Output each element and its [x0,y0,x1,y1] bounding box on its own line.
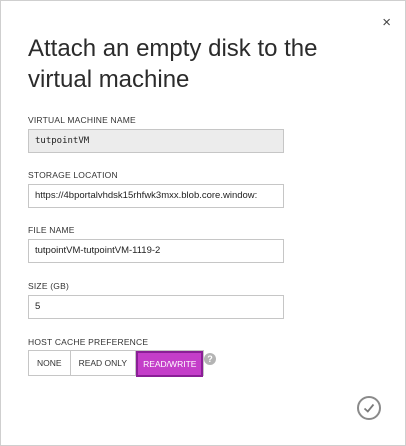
vm-name-label: VIRTUAL MACHINE NAME [28,115,136,125]
dialog-frame: × Attach an empty disk to the virtual ma… [0,0,406,446]
file-name-label: FILE NAME [28,225,75,235]
cache-option-read-write[interactable]: READ/WRITE [136,351,204,377]
help-icon[interactable]: ? [204,353,216,365]
host-cache-label: HOST CACHE PREFERENCE [28,337,149,347]
cache-option-none[interactable]: NONE [29,351,71,375]
vm-name-field: tutpointVM [28,129,284,153]
dialog-title: Attach an empty disk to the virtual mach… [28,35,318,93]
size-label: SIZE (GB) [28,281,69,291]
file-name-field[interactable]: tutpointVM-tutpointVM-1119-2 [28,239,284,263]
attach-disk-dialog: × Attach an empty disk to the virtual ma… [7,7,401,441]
confirm-button[interactable] [357,396,381,420]
storage-location-label: STORAGE LOCATION [28,170,118,180]
host-cache-selector: NONE READ ONLY READ/WRITE [28,350,205,377]
checkmark-icon [363,403,375,413]
size-field[interactable]: 5 [28,295,284,319]
storage-location-field[interactable]: https://4bportalvhdsk15rhfwk3mxx.blob.co… [28,184,284,208]
cache-option-read-only[interactable]: READ ONLY [70,351,137,375]
close-icon[interactable]: × [382,15,391,30]
